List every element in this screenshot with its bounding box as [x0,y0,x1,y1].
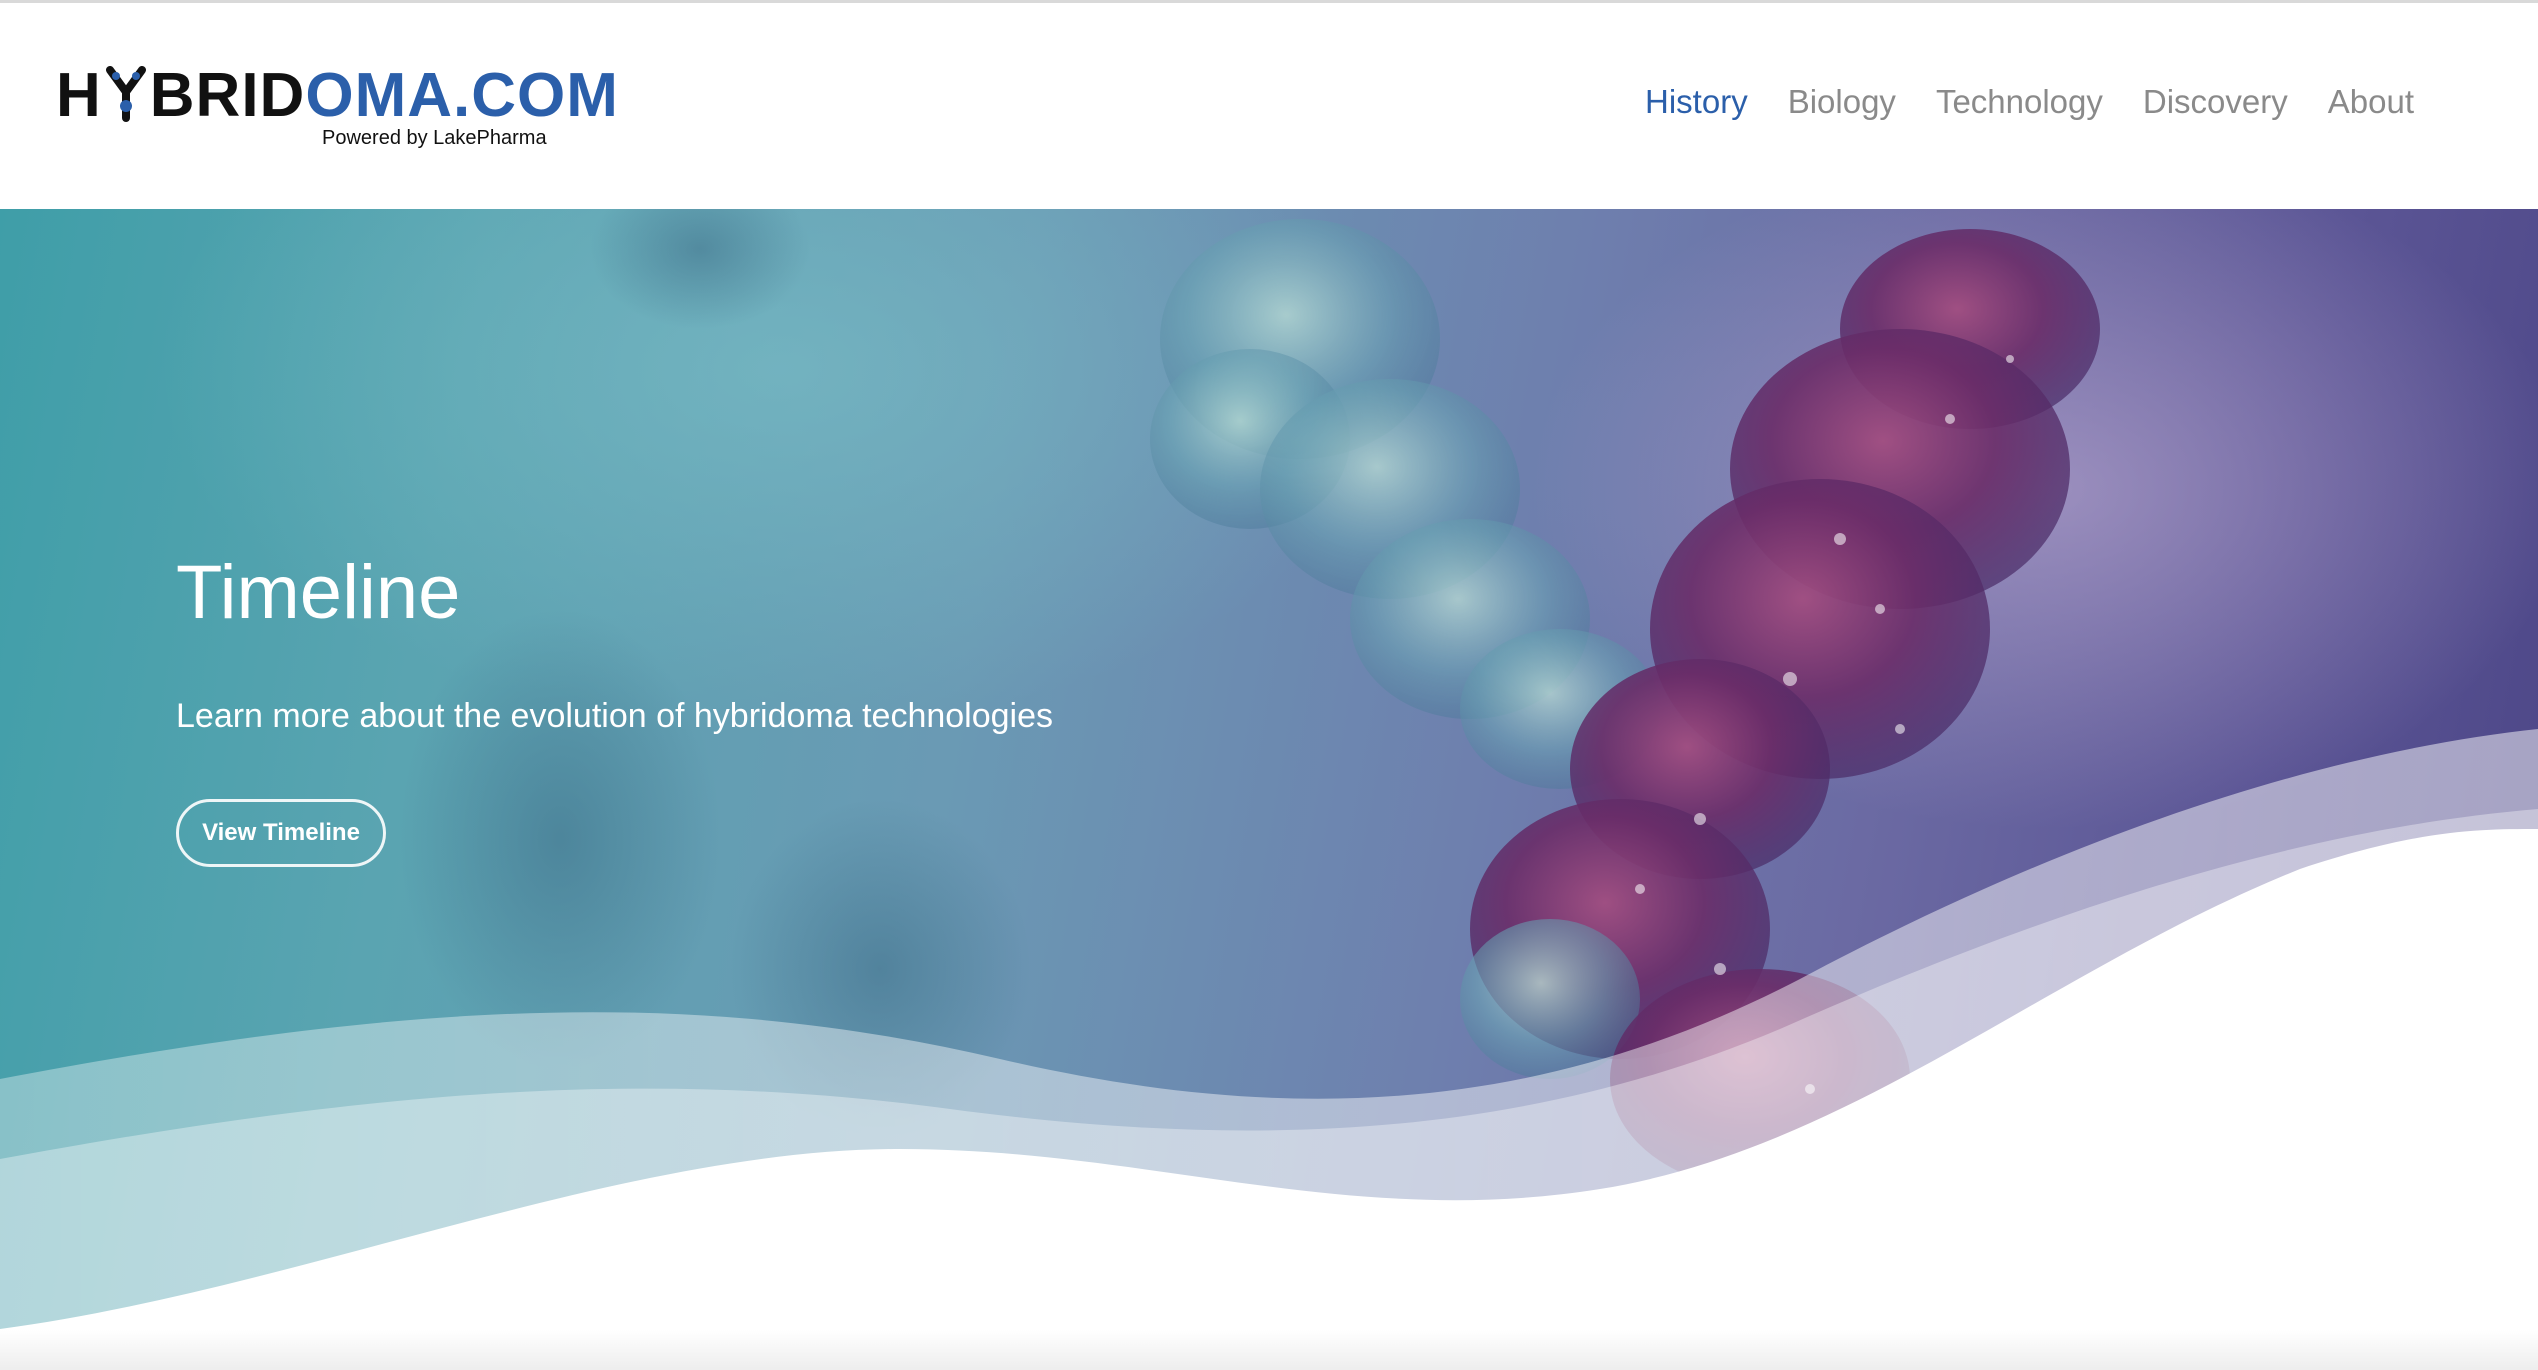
antibody-y-icon [105,66,146,122]
site-logo[interactable]: H BRIDOMA.COM Powered by LakePharma [56,65,618,155]
logo-wordmark: H BRIDOMA.COM [56,65,619,127]
site-header: H BRIDOMA.COM Powered by LakePharma Hist… [0,3,2538,209]
page: H BRIDOMA.COM Powered by LakePharma Hist… [0,0,2538,1370]
logo-text-h: H [56,61,102,130]
hero-title: Timeline [176,550,461,635]
nav-item-about[interactable]: About [2328,83,2414,121]
section-shadow [0,1330,2538,1370]
nav-item-biology[interactable]: Biology [1788,83,1896,121]
nav-item-discovery[interactable]: Discovery [2143,83,2288,121]
hero-banner: Timeline Learn more about the evolution … [0,209,2538,1370]
logo-tagline: Powered by LakePharma [322,127,547,149]
nav-item-history[interactable]: History [1645,83,1748,121]
nav-item-technology[interactable]: Technology [1936,83,2103,121]
main-nav: History Biology Technology Discovery Abo… [1645,83,2414,121]
hero-background-illustration [0,209,2538,1370]
hero-subtitle: Learn more about the evolution of hybrid… [176,697,1054,735]
logo-text-oma: OMA.COM [305,61,619,130]
logo-text-brid: BRID [149,61,306,130]
view-timeline-button[interactable]: View Timeline [176,799,386,867]
